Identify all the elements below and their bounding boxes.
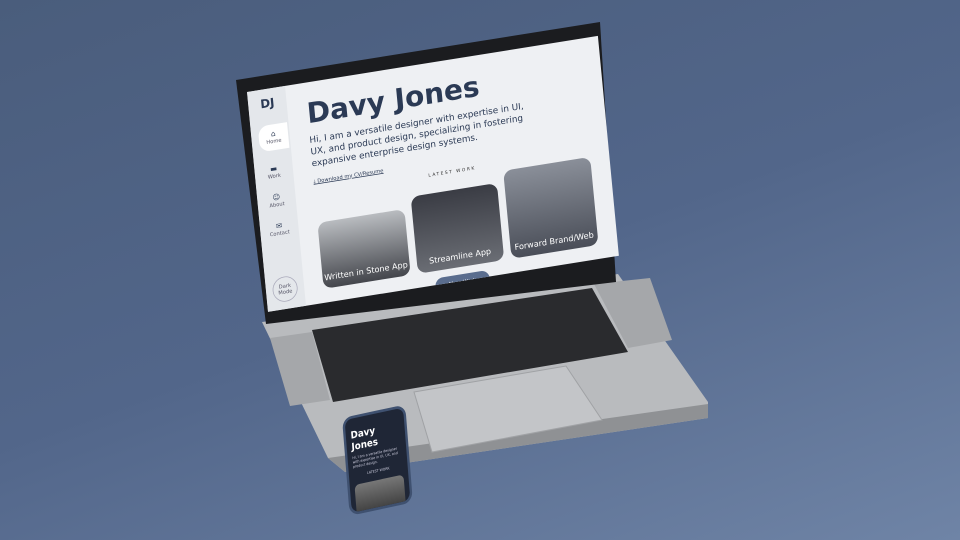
nav-home[interactable]: ⌂ Home [257, 122, 290, 153]
phone-mockup: Davy Jones Hi, I am a versatile designer… [342, 404, 413, 516]
nav-contact[interactable]: ✉ Contact [269, 221, 290, 238]
nav-work[interactable]: ▬ Work [267, 164, 282, 181]
nav-label: Work [267, 172, 282, 181]
work-card[interactable]: Streamline App [410, 182, 505, 274]
work-card[interactable]: Written in Stone App [317, 208, 411, 289]
nav-about[interactable]: ☺ About [268, 193, 285, 209]
dark-mode-toggle[interactable]: Dark Mode [271, 274, 299, 304]
work-card[interactable]: Forward Brand/Web [503, 156, 599, 259]
nav-label: Home [266, 137, 282, 146]
nav-label: About [269, 200, 285, 209]
logo[interactable]: DJ [260, 95, 275, 111]
